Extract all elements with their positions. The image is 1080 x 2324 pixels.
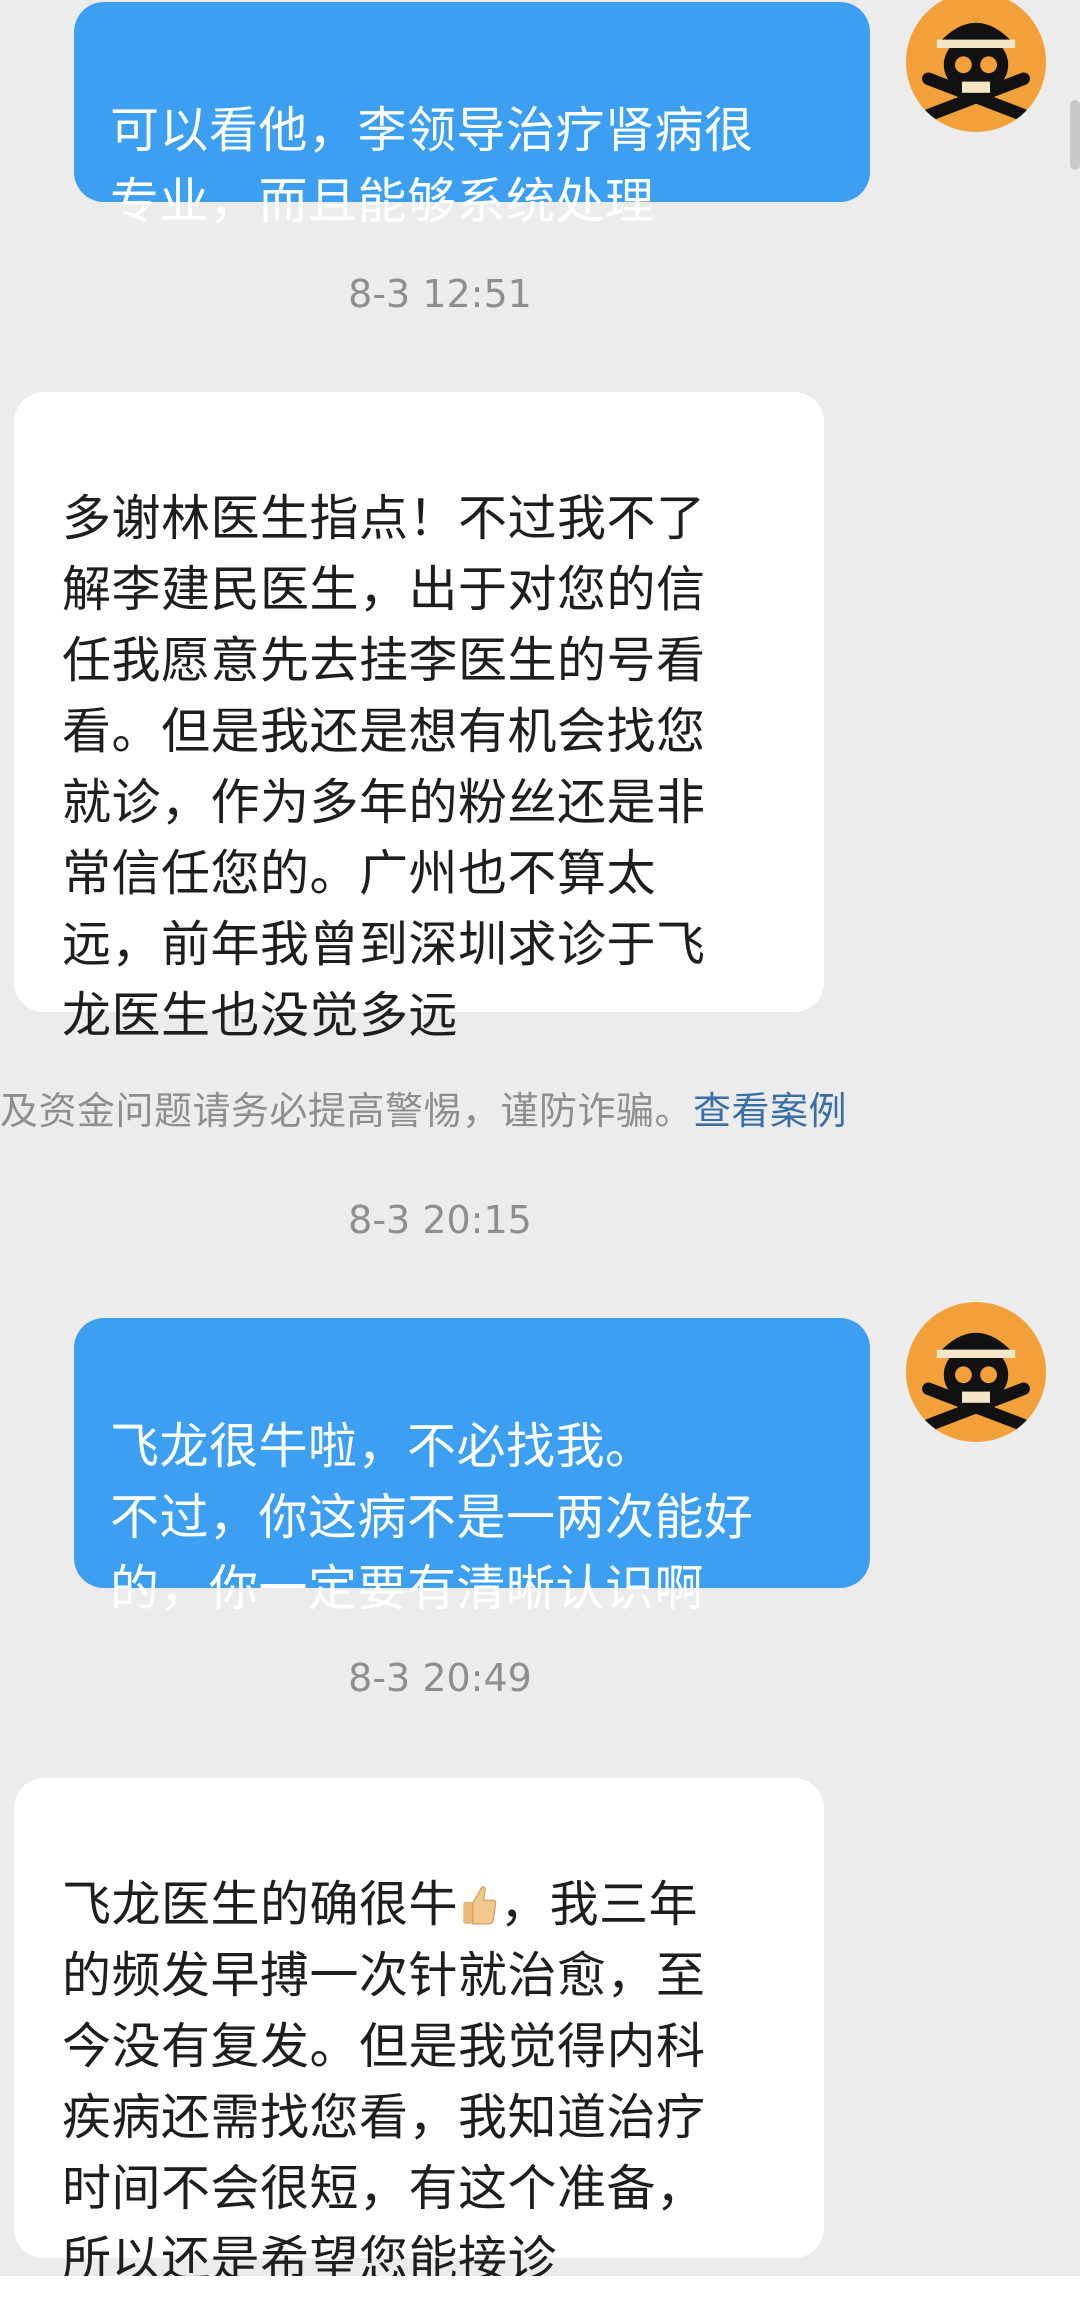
message-timestamp: 8-3 20:15 [348,1198,532,1242]
message-timestamp: 8-3 20:49 [348,1656,532,1700]
notice-text: 及资金问题请务必提高警惕，谨防诈骗。 [0,1089,694,1133]
incoming-message-bubble[interactable]: 飞龙医生的确很牛 ，我三年 的频发早搏一次针就治愈，至 今没有复发。但是我觉得内… [14,1778,824,2288]
pirate-skull-avatar-icon [906,0,1046,132]
user-avatar[interactable] [906,1302,1046,1442]
user-avatar[interactable] [906,0,1046,132]
anti-fraud-notice: 及资金问题请务必提高警惕，谨防诈骗。查看案例 [0,1080,1000,1135]
message-text: 多谢林医生指点！不过我不了 解李建民医生，出于对您的信 任我愿意先去挂李医生的号… [62,490,706,1044]
message-text: 可以看他，李领导治疗肾病很 专业，而且能够系统处理 [110,102,754,230]
incoming-message-bubble[interactable]: 多谢林医生指点！不过我不了 解李建民医生，出于对您的信 任我愿意先去挂李医生的号… [14,392,824,1044]
thumbs-up-icon [463,1886,497,1925]
message-text: 飞龙医生的确很牛 [62,1876,459,1933]
bottom-input-bar [0,2276,1080,2324]
message-timestamp: 8-3 12:51 [348,272,532,316]
scrollbar-handle[interactable] [1070,100,1080,170]
message-text: 飞龙很牛啦，不必找我。 不过，你这病不是一两次能好 的，你一定要有清晰认识啊 [110,1418,754,1617]
outgoing-message-bubble[interactable]: 可以看他，李领导治疗肾病很 专业，而且能够系统处理 [74,2,870,230]
outgoing-message-bubble[interactable]: 飞龙很牛啦，不必找我。 不过，你这病不是一两次能好 的，你一定要有清晰认识啊 [74,1318,870,1617]
message-text: ，我三年 的频发早搏一次针就治愈，至 今没有复发。但是我觉得内科 疾病还需找您看… [62,1876,706,2288]
view-cases-link[interactable]: 查看案例 [693,1089,847,1133]
pirate-skull-avatar-icon [906,1302,1046,1442]
